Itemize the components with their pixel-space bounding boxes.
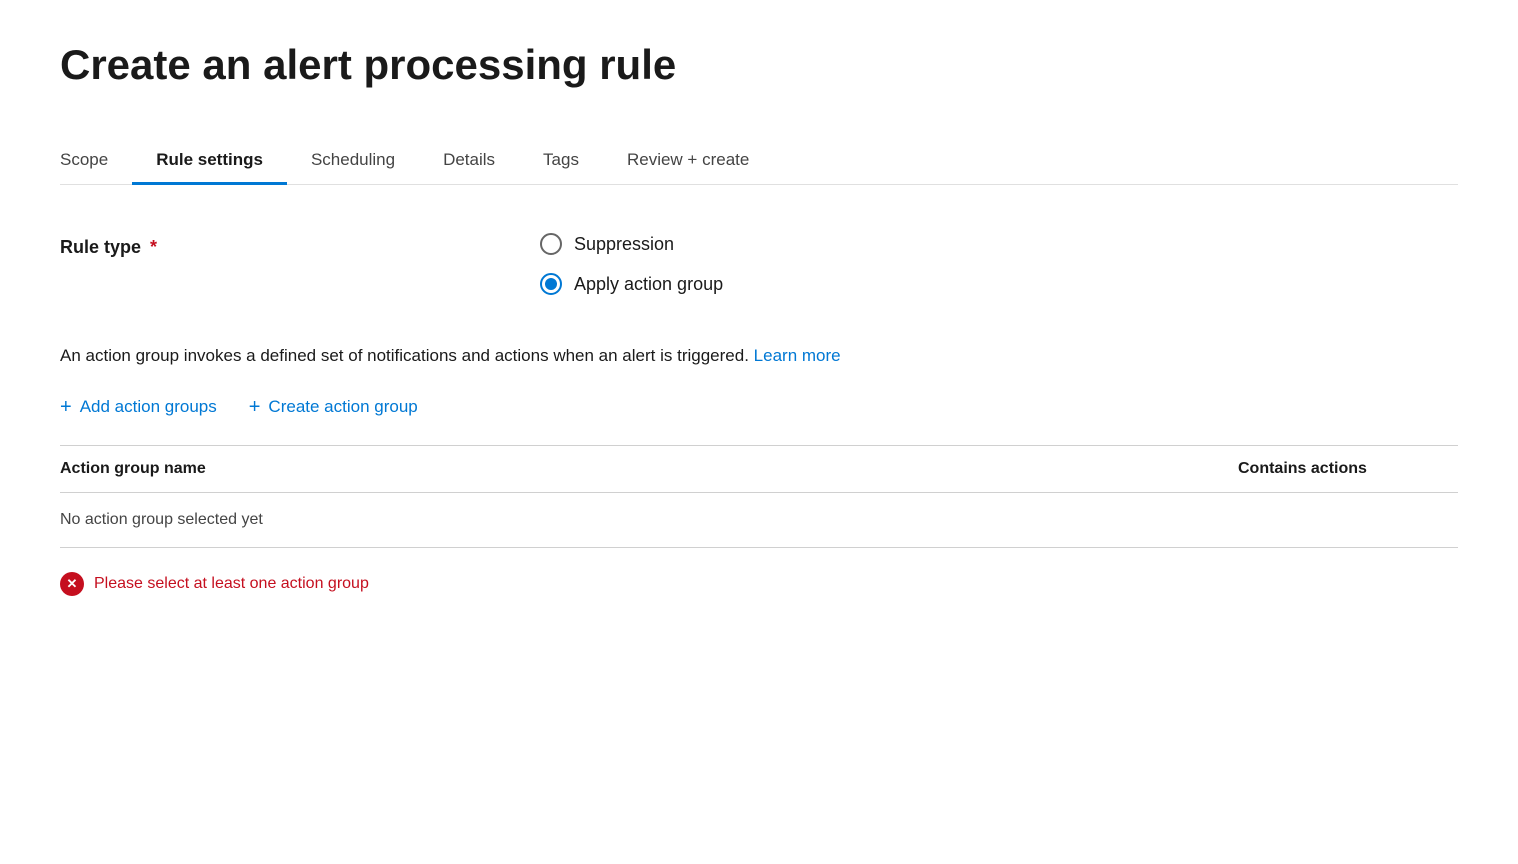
empty-message: No action group selected yet xyxy=(60,511,1458,529)
tab-scheduling[interactable]: Scheduling xyxy=(287,138,419,184)
error-message: Please select at least one action group xyxy=(94,575,369,593)
action-groups-table: Action group name Contains actions No ac… xyxy=(60,445,1458,548)
radio-circle-apply-action-group xyxy=(540,273,562,295)
table-empty-row: No action group selected yet xyxy=(60,493,1458,548)
error-section: Please select at least one action group xyxy=(60,572,1458,596)
learn-more-link[interactable]: Learn more xyxy=(754,346,841,365)
required-indicator: * xyxy=(145,237,157,257)
add-icon: + xyxy=(60,397,72,417)
table-header: Action group name Contains actions xyxy=(60,446,1458,493)
content-area: Rule type * Suppression Apply action gro… xyxy=(60,233,1458,596)
tab-scope[interactable]: Scope xyxy=(60,138,132,184)
tab-details[interactable]: Details xyxy=(419,138,519,184)
page-title: Create an alert processing rule xyxy=(60,40,1458,90)
column-header-contains: Contains actions xyxy=(1238,460,1458,478)
create-icon: + xyxy=(249,397,261,417)
radio-circle-suppression xyxy=(540,233,562,255)
action-group-info: An action group invokes a defined set of… xyxy=(60,343,1458,369)
add-action-groups-button[interactable]: + Add action groups xyxy=(60,397,217,417)
action-buttons: + Add action groups + Create action grou… xyxy=(60,397,1458,417)
add-action-groups-label: Add action groups xyxy=(80,397,217,417)
error-icon xyxy=(60,572,84,596)
tab-rule-settings[interactable]: Rule settings xyxy=(132,138,287,184)
create-action-group-button[interactable]: + Create action group xyxy=(249,397,418,417)
radio-suppression-label: Suppression xyxy=(574,234,674,255)
radio-apply-action-group-label: Apply action group xyxy=(574,274,723,295)
rule-type-label: Rule type * xyxy=(60,233,320,258)
create-action-group-label: Create action group xyxy=(268,397,417,417)
tab-tags[interactable]: Tags xyxy=(519,138,603,184)
tab-navigation: Scope Rule settings Scheduling Details T… xyxy=(60,138,1458,185)
radio-suppression[interactable]: Suppression xyxy=(540,233,723,255)
column-header-name: Action group name xyxy=(60,460,1238,478)
tab-review-create[interactable]: Review + create xyxy=(603,138,773,184)
radio-apply-action-group[interactable]: Apply action group xyxy=(540,273,723,295)
radio-group: Suppression Apply action group xyxy=(540,233,723,295)
rule-type-section: Rule type * Suppression Apply action gro… xyxy=(60,233,1458,295)
